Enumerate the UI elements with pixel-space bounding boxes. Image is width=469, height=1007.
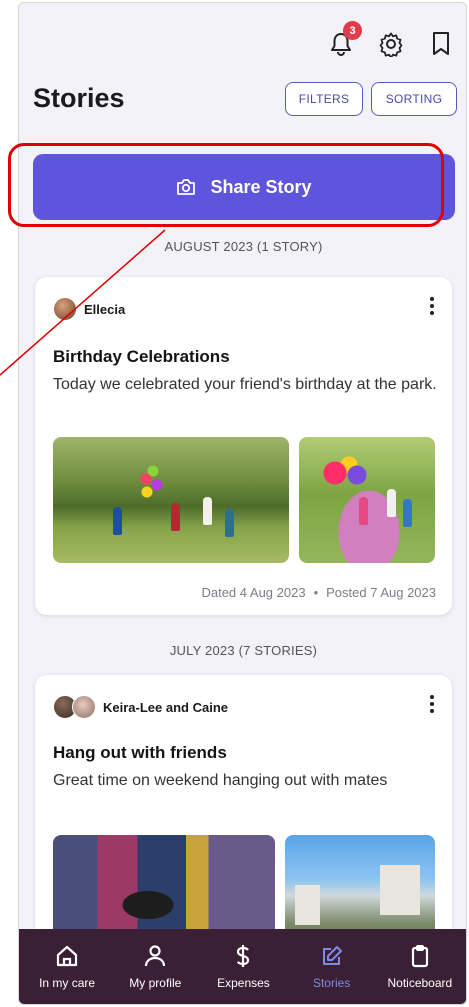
- home-icon: [56, 945, 78, 966]
- bookmarks-button[interactable]: [428, 31, 454, 57]
- camera-icon: [177, 179, 196, 195]
- notifications-button[interactable]: 3: [328, 21, 362, 57]
- nav-in-my-care[interactable]: In my care: [23, 944, 111, 990]
- date-separator: •: [313, 585, 319, 600]
- nav-label: Expenses: [217, 975, 270, 990]
- story-title: Hang out with friends: [53, 743, 227, 762]
- nav-my-profile[interactable]: My profile: [111, 944, 199, 990]
- story-text: Today we celebrated your friend's birthd…: [53, 376, 437, 393]
- story-photo[interactable]: [299, 437, 435, 563]
- app-screen: 3 Stories FILTERS SORTING Share Story AU…: [18, 2, 467, 1005]
- nav-noticeboard[interactable]: Noticeboard: [376, 944, 464, 990]
- nav-label: Stories: [312, 975, 351, 990]
- author-name: Ellecia: [84, 301, 126, 317]
- story-card[interactable]: Ellecia Birthday Celebrations Today we c…: [35, 277, 452, 615]
- section-heading-august: AUGUST 2023 (1 STORY): [164, 239, 323, 254]
- nav-label: Noticeboard: [387, 975, 453, 990]
- story-photo[interactable]: [53, 437, 289, 563]
- filters-button[interactable]: FILTERS: [285, 82, 363, 116]
- bookmark-icon: [433, 32, 449, 55]
- dollar-icon: [237, 944, 250, 967]
- story-text: Great time on weekend hanging out with m…: [53, 772, 388, 789]
- more-options-icon[interactable]: [422, 693, 442, 715]
- sorting-button[interactable]: SORTING: [371, 82, 457, 116]
- settings-button[interactable]: [378, 31, 404, 57]
- more-options-icon[interactable]: [422, 295, 442, 317]
- top-actions: 3: [328, 21, 454, 57]
- notification-badge: 3: [343, 21, 362, 40]
- author-name: Keira-Lee and Caine: [103, 699, 228, 715]
- nav-label: In my care: [39, 975, 96, 990]
- story-author: Ellecia: [53, 297, 125, 321]
- gear-icon: [379, 32, 403, 57]
- nav-label: My profile: [129, 975, 182, 990]
- nav-stories[interactable]: Stories: [288, 944, 376, 990]
- story-title: Birthday Celebrations: [53, 347, 230, 366]
- page-title: Stories: [33, 83, 125, 113]
- dated-label: Dated 4 Aug 2023: [201, 585, 306, 600]
- bottom-navigation: In my care My profile Expenses Stories N…: [19, 929, 466, 1004]
- posted-label: Posted 7 Aug 2023: [326, 585, 436, 600]
- clipboard-icon: [411, 944, 428, 967]
- story-author: Keira-Lee and Caine: [53, 695, 228, 719]
- section-heading-july: JULY 2023 (7 STORIES): [169, 643, 318, 658]
- avatar: [53, 297, 77, 321]
- share-story-label: Share Story: [210, 176, 312, 197]
- edit-icon: [322, 945, 342, 965]
- avatar: [72, 695, 96, 719]
- story-dates: Dated 4 Aug 2023 • Posted 7 Aug 2023: [201, 585, 436, 600]
- share-story-button[interactable]: Share Story: [33, 154, 455, 220]
- nav-expenses[interactable]: Expenses: [199, 944, 287, 990]
- person-icon: [145, 944, 166, 966]
